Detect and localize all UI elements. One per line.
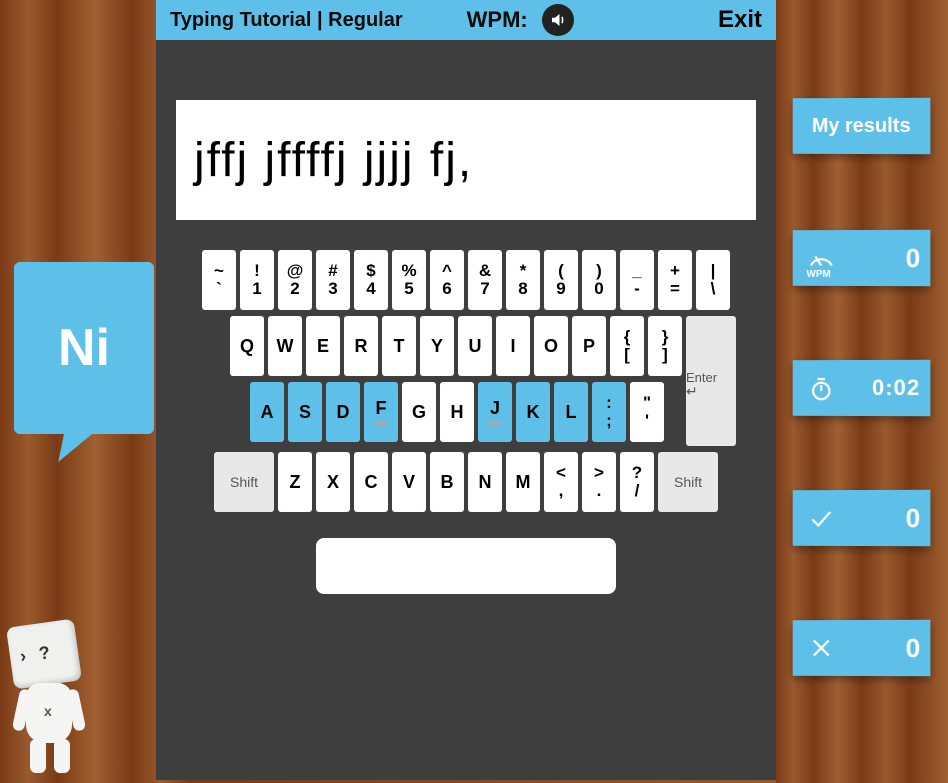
key-y[interactable]: Y: [420, 316, 454, 376]
key-shift-left[interactable]: Shift: [214, 452, 274, 512]
key-4[interactable]: $4: [354, 250, 388, 310]
key-h[interactable]: H: [440, 382, 474, 442]
key-s[interactable]: S: [288, 382, 322, 442]
sound-icon[interactable]: [542, 4, 574, 36]
key-b[interactable]: B: [430, 452, 464, 512]
key-=[interactable]: +=: [658, 250, 692, 310]
mascot-character: › ?: [0, 583, 120, 783]
exit-button[interactable]: Exit: [718, 6, 762, 34]
key-z[interactable]: Z: [278, 452, 312, 512]
key-.[interactable]: >.: [582, 452, 616, 512]
key-space[interactable]: [316, 538, 616, 594]
typing-prompt: jffj jffffj jjjj fj,: [176, 100, 756, 220]
stopwatch-icon: [806, 373, 836, 403]
key-9[interactable]: (9: [544, 250, 578, 310]
key-/[interactable]: ?/: [620, 452, 654, 512]
key-v[interactable]: V: [392, 452, 426, 512]
mascot-speech-bubble: Ni: [14, 262, 154, 434]
key-\[interactable]: |\: [696, 250, 730, 310]
key-p[interactable]: P: [572, 316, 606, 376]
x-icon: [806, 633, 836, 663]
mascot-speech-text: Ni: [58, 318, 110, 378]
key-n[interactable]: N: [468, 452, 502, 512]
key-5[interactable]: %5: [392, 250, 426, 310]
my-results-button[interactable]: My results: [793, 98, 931, 154]
key-d[interactable]: D: [326, 382, 360, 442]
key-t[interactable]: T: [382, 316, 416, 376]
key-7[interactable]: &7: [468, 250, 502, 310]
key-enter[interactable]: Enter ↵: [686, 316, 736, 446]
key-6[interactable]: ^6: [430, 250, 464, 310]
key-`[interactable]: ~`: [202, 250, 236, 310]
key-,[interactable]: <,: [544, 452, 578, 512]
key-0[interactable]: )0: [582, 250, 616, 310]
correct-stat: 0: [793, 490, 931, 546]
key-a[interactable]: A: [250, 382, 284, 442]
key-k[interactable]: K: [516, 382, 550, 442]
key-shift-right[interactable]: Shift: [658, 452, 718, 512]
app-title: Typing Tutorial | Regular: [170, 9, 403, 32]
key-x[interactable]: X: [316, 452, 350, 512]
wpm-label: WPM:: [467, 7, 528, 33]
header-bar: Typing Tutorial | Regular WPM: Exit: [156, 0, 776, 40]
key-g[interactable]: G: [402, 382, 436, 442]
key-j[interactable]: J: [478, 382, 512, 442]
key-[[interactable]: {[: [610, 316, 644, 376]
key-o[interactable]: O: [534, 316, 568, 376]
wpm-stat: 0 WPM: [793, 230, 931, 286]
key-2[interactable]: @2: [278, 250, 312, 310]
key-'[interactable]: "': [630, 382, 664, 442]
key-i[interactable]: I: [496, 316, 530, 376]
key-;[interactable]: :;: [592, 382, 626, 442]
key--[interactable]: _-: [620, 250, 654, 310]
time-stat: 0:02: [793, 360, 931, 416]
wrong-stat: 0: [793, 620, 931, 676]
key-8[interactable]: *8: [506, 250, 540, 310]
key-q[interactable]: Q: [230, 316, 264, 376]
key-1[interactable]: !1: [240, 250, 274, 310]
results-sidebar: My results 0 WPM 0:02 0 0: [776, 0, 948, 783]
key-3[interactable]: #3: [316, 250, 350, 310]
key-u[interactable]: U: [458, 316, 492, 376]
key-][interactable]: }]: [648, 316, 682, 376]
key-f[interactable]: F: [364, 382, 398, 442]
key-m[interactable]: M: [506, 452, 540, 512]
key-e[interactable]: E: [306, 316, 340, 376]
check-icon: [806, 503, 836, 533]
key-r[interactable]: R: [344, 316, 378, 376]
virtual-keyboard: ~`!1@2#3$4%5^6&7*8(9)0_-+=|\ QWERTYUIOP{…: [156, 250, 776, 594]
key-l[interactable]: L: [554, 382, 588, 442]
key-w[interactable]: W: [268, 316, 302, 376]
main-panel: jffj jffffj jjjj fj, ~`!1@2#3$4%5^6&7*8(…: [156, 40, 776, 780]
key-c[interactable]: C: [354, 452, 388, 512]
